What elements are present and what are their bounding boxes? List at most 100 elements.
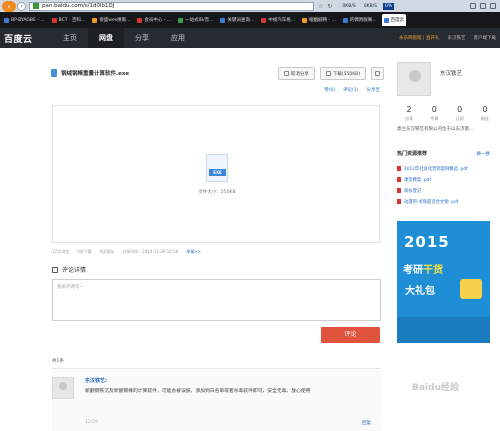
favicon-icon — [4, 17, 9, 23]
nav-tab-disk[interactable]: 网盘 — [88, 28, 124, 48]
comment-item: 东汉铁艺: 新翻钢铁沉及新翻钢棒的计算软件，可能会被误报，添加到白名单或者杀毒软… — [52, 368, 381, 431]
browser-tab-label: BP-BYAGBE - ... — [11, 17, 45, 23]
browser-tab[interactable]: 关键词查询... — [218, 14, 256, 26]
extension-icon[interactable] — [470, 3, 476, 9]
main-panel: 钢绒钢棒重量计算软件.exe 取消分享 下载(550KB) 赞(0) 评论(1)… — [44, 59, 384, 431]
file-preview: EXE 文件大小：550KB — [52, 105, 380, 243]
save-icon — [375, 71, 380, 76]
browser-tab[interactable]: 会员中心 - ... — [135, 14, 173, 26]
site-nav: 百度云 主页 网盘 分享 应用 永乐网盘版 | 直开礼 东汉铁艺 客户端下载 — [0, 28, 500, 48]
comment-user[interactable]: 东汉铁艺: — [85, 377, 107, 384]
browser-tab[interactable]: BCT - 百科... — [50, 14, 88, 26]
comment-input[interactable]: 我来评两句~ — [52, 279, 381, 321]
refresh-recommendations-link[interactable]: 换一换 — [477, 151, 491, 157]
refresh-icon[interactable]: ↻ — [327, 3, 332, 10]
hot-resource-item[interactable]: 2012年社会化营销案例精选 .pdf — [397, 163, 497, 174]
sharer-stats: 2 分享 0 专辑 0 订阅 0 粉丝 — [399, 105, 495, 122]
comment-total: 共1条 — [52, 359, 64, 364]
screen: { "browser": { "url": "pan.baidu.com/s/1… — [0, 0, 500, 431]
comment-placeholder: 我来评两句~ — [57, 285, 84, 290]
ad-headline: 考研干货 — [403, 265, 443, 276]
file-name: 钢绒钢棒重量计算软件.exe — [61, 71, 130, 77]
file-social: 赞(0) 评论(1) 分享至 — [324, 87, 380, 93]
browser-tab[interactable]: 中规汽车格... — [259, 14, 297, 26]
stat-fans[interactable]: 0 粉丝 — [475, 105, 495, 122]
pdf-icon — [397, 166, 401, 171]
hot-resource-label: 动漫吧-龙珠超百合文物 .pdf — [404, 199, 459, 205]
share-to-link[interactable]: 分享至 — [367, 87, 381, 93]
cancel-share-button[interactable]: 取消分享 — [277, 67, 315, 80]
star-icon[interactable]: ☆ — [318, 3, 323, 10]
favicon-icon — [137, 17, 143, 23]
hot-resource-item[interactable]: 课堂教案 .pdf — [397, 174, 497, 185]
back-button[interactable]: ‹ — [2, 0, 16, 12]
ad-year: 2015 — [404, 233, 450, 251]
nav-tab-apps[interactable]: 应用 — [160, 28, 196, 48]
hot-resource-label: 商标登记 — [404, 188, 422, 194]
share-icon — [283, 71, 289, 76]
vip-link[interactable]: 永乐网盘版 | 直开礼 — [399, 35, 439, 41]
client-download-link[interactable]: 客户端下载 — [474, 35, 497, 41]
hot-resources-list: 2012年社会化营销案例精选 .pdf 课堂教案 .pdf 商标登记 动漫吧-龙… — [397, 163, 497, 207]
comment-section-title: 评论详情 — [52, 265, 86, 274]
file-actions: 取消分享 下载(550KB) — [277, 67, 384, 80]
stat-subscriptions[interactable]: 0 订阅 — [450, 105, 470, 122]
reply-link[interactable]: 回复 — [362, 420, 371, 426]
pdf-icon — [397, 188, 401, 193]
browser-tab-label: BCT - 百科... — [58, 18, 86, 23]
hot-resource-item[interactable]: 动漫吧-龙珠超百合文物 .pdf — [397, 196, 497, 207]
browser-tab[interactable]: BP-BYAGBE - ... — [2, 14, 47, 26]
browser-chrome: ‹ › pan.baidu.com/s/1d0lb1DJ ☆ ↻ 0KB/S 0… — [0, 0, 500, 28]
user-menu[interactable]: 东汉铁艺 — [448, 35, 466, 41]
download-button[interactable]: 下载(550KB) — [319, 67, 366, 80]
download-count: 0次下载 — [77, 249, 92, 254]
file-header: 钢绒钢棒重量计算软件.exe — [51, 69, 129, 77]
save-button[interactable] — [371, 67, 384, 80]
baidu-cloud-logo[interactable]: 百度云 — [4, 32, 52, 45]
address-bar[interactable]: pan.baidu.com/s/1d0lb1DJ — [29, 1, 314, 11]
file-stats: 17次浏览 0次下载 0次保存 分享时间：2014-11-29 12:58 举报… — [52, 249, 201, 255]
baidu-jingyan-watermark: Baidu经验 — [412, 383, 459, 393]
tab-strip: BP-BYAGBE - ... BCT - 百科... 很盛wes拼限... 会员中心… — [0, 12, 500, 28]
nav-tab-home[interactable]: 主页 — [52, 28, 88, 48]
download-speed: 0KB/S — [363, 3, 377, 9]
menu-icon[interactable] — [480, 3, 486, 9]
browser-tab-label: 会员中心 - ... — [144, 18, 172, 23]
submit-comment-button[interactable]: 评论 — [321, 327, 380, 343]
browser-tab[interactable]: 百度云 — [381, 14, 407, 26]
sharer-name[interactable]: 东汉铁艺 — [440, 69, 462, 77]
favicon-icon — [342, 17, 348, 23]
profile-avatar[interactable] — [397, 62, 431, 96]
forward-button[interactable]: › — [17, 1, 26, 11]
browser-tab-label: 缩姻剧韩 - ... — [309, 18, 336, 23]
ad-subheadline: 大礼包 — [405, 286, 435, 297]
comment-icon — [52, 266, 58, 273]
favicon-icon — [383, 17, 389, 23]
nav-tab-share[interactable]: 分享 — [124, 28, 160, 48]
avatar[interactable] — [52, 377, 74, 399]
browser-tab[interactable]: 的偶原服阁... — [341, 14, 379, 26]
comment-time: 12:59 — [85, 420, 98, 425]
address-row: ‹ › pan.baidu.com/s/1d0lb1DJ ☆ ↻ 0KB/S 0… — [0, 0, 500, 12]
browser-tab-label: 一站式IB/音... — [185, 18, 214, 23]
download-icon — [325, 71, 331, 76]
upload-speed: 0KB/S — [342, 3, 356, 9]
window-icon[interactable] — [490, 3, 496, 9]
comment-count-link[interactable]: 评论(1) — [343, 87, 358, 93]
browser-tab-label: 很盛wes拼限... — [99, 18, 131, 23]
exam-ad-banner[interactable]: 2015 考研干货 大礼包 — [397, 221, 490, 343]
report-link[interactable]: 举报>> — [186, 249, 201, 255]
browser-tab-label: 的偶原服阁... — [349, 18, 377, 23]
hot-resource-item[interactable]: 商标登记 — [397, 185, 497, 196]
hot-resources-title: 热门资源推荐 — [397, 151, 428, 157]
exe-label: EXE — [209, 169, 226, 176]
browser-tab[interactable]: 很盛wes拼限... — [90, 14, 132, 26]
browser-tab[interactable]: 一站式IB/音... — [176, 14, 215, 26]
browser-tab[interactable]: 缩姻剧韩 - ... — [300, 14, 338, 26]
gift-package-icon — [460, 279, 482, 299]
stat-shares[interactable]: 2 分享 — [399, 105, 419, 122]
favicon-icon — [302, 17, 307, 23]
stat-albums[interactable]: 0 专辑 — [424, 105, 444, 122]
save-count: 0次保存 — [99, 249, 115, 254]
like-link[interactable]: 赞(0) — [324, 87, 335, 93]
